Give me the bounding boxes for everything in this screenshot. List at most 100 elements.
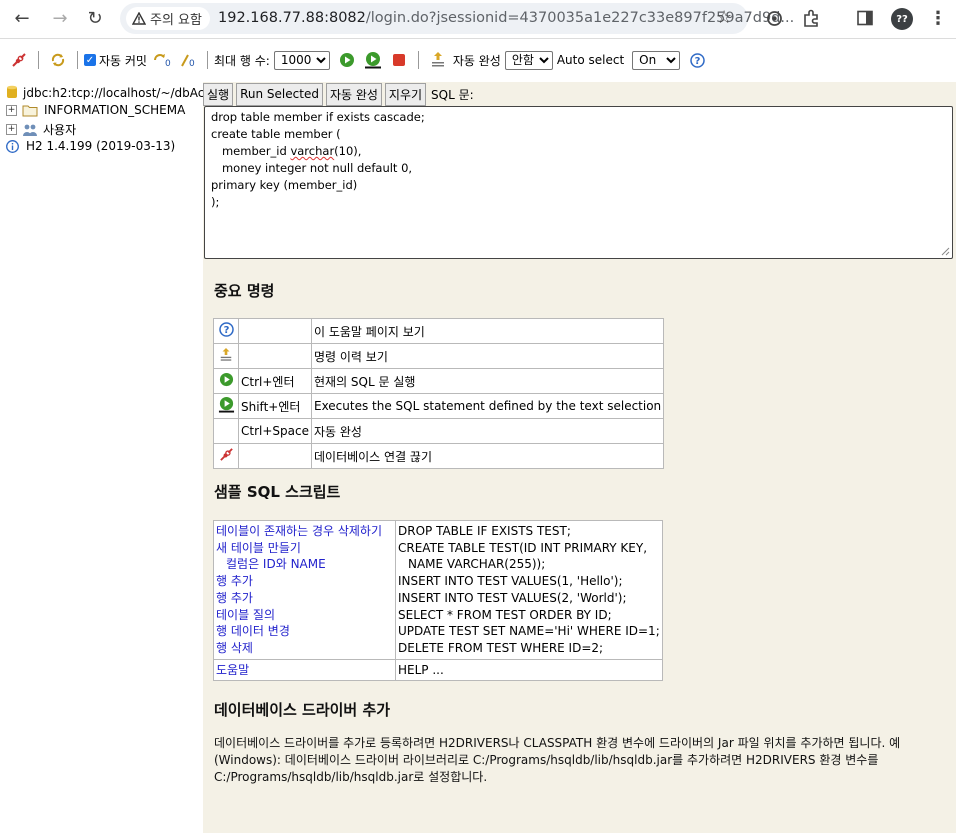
stop-icon[interactable]	[390, 51, 408, 69]
history-icon[interactable]	[213, 343, 239, 369]
connection-node[interactable]: jdbc:h2:tcp://localhost/~/dbAcces	[6, 85, 225, 100]
sql-line: create table member (	[211, 127, 341, 141]
sample-code-line: UPDATE TEST SET NAME='Hi' WHERE ID=1;	[398, 624, 660, 639]
sample-code-line: DELETE FROM TEST WHERE ID=2;	[398, 640, 604, 655]
back-arrow-icon[interactable]: ←	[11, 8, 33, 30]
description-cell: 명령 이력 보기	[310, 343, 665, 369]
expand-icon[interactable]: +	[6, 124, 17, 135]
toolbar-separator	[206, 51, 208, 69]
table-row: 명령 이력 보기	[213, 343, 665, 369]
forward-arrow-icon[interactable]: →	[49, 8, 71, 30]
database-icon	[7, 85, 17, 98]
sample-code-cell: DROP TABLE IF EXISTS TEST; CREATE TABLE …	[395, 520, 663, 660]
clear-button[interactable]: 지우기	[384, 82, 427, 106]
info-icon	[6, 139, 19, 153]
run-selected-icon[interactable]	[213, 393, 239, 419]
resize-grip-icon[interactable]	[941, 247, 950, 256]
sample-code-line: INSERT INTO TEST VALUES(2, 'World');	[398, 590, 627, 605]
description-cell: 데이터베이스 연결 끊기	[310, 443, 665, 469]
folder-icon	[22, 105, 38, 116]
side-panel-icon[interactable]	[856, 9, 874, 27]
shortcut-cell: Shift+엔터	[238, 393, 312, 419]
rollback-icon[interactable]: 0	[153, 51, 171, 69]
run-selected-icon[interactable]	[364, 51, 382, 69]
users-icon	[23, 124, 37, 136]
run-selected-button[interactable]: Run Selected	[236, 82, 323, 106]
sample-link-select[interactable]: 테이블 질의	[216, 607, 393, 624]
sample-link-insert-2[interactable]: 행 추가	[216, 590, 393, 607]
history-icon[interactable]	[429, 51, 447, 69]
run-icon[interactable]	[338, 51, 356, 69]
important-commands-table: ? 이 도움말 페이지 보기 명령 이력 보기 Ctrl+엔터 현재의 SQL …	[213, 318, 665, 469]
tree-node-information-schema[interactable]: + INFORMATION_SCHEMA	[6, 103, 185, 117]
auto-complete-select[interactable]: 안함	[504, 50, 553, 70]
google-lens-icon[interactable]	[765, 9, 784, 28]
auto-commit-label: 자동 커밋	[99, 53, 147, 68]
address-bar[interactable]: 주의 요함 192.168.77.88:8082/login.do?jsessi…	[120, 3, 794, 34]
sample-link-drop[interactable]: 테이블이 존재하는 경우 삭제하기	[216, 523, 393, 540]
tree-node-users[interactable]: + 사용자	[6, 121, 76, 138]
auto-select-label: Auto select	[556, 53, 625, 67]
help-link-cell: 도움말	[213, 658, 396, 682]
help-link[interactable]: 도움말	[216, 662, 393, 679]
table-row: 도움말 HELP ...	[213, 658, 663, 682]
auto-commit-checkbox[interactable]: ✓ 자동 커밋	[84, 52, 147, 69]
svg-text:?: ?	[694, 56, 700, 67]
sample-link-update[interactable]: 행 데이터 변경	[216, 623, 393, 640]
browser-menu-icon[interactable]: ⋮	[929, 8, 947, 29]
extensions-puzzle-icon[interactable]	[802, 9, 821, 28]
sample-link-columns[interactable]: 컬럼은 ID와 NAME	[216, 556, 393, 573]
version-label: H2 1.4.199 (2019-03-13)	[26, 139, 176, 153]
table-row: Ctrl+Space 자동 완성	[213, 418, 665, 444]
url-text[interactable]: 192.168.77.88:8082/login.do?jsessionid=4…	[218, 10, 794, 26]
description-cell: 현재의 SQL 문 실행	[310, 368, 665, 394]
run-icon[interactable]	[213, 368, 239, 394]
editor-button-row: 실행 Run Selected 자동 완성 지우기 SQL 문:	[203, 82, 474, 106]
sql-editor[interactable]: drop table member if exists cascade; cre…	[204, 106, 953, 259]
refresh-icon[interactable]	[49, 51, 67, 69]
expand-icon[interactable]: +	[6, 104, 17, 116]
shortcut-cell	[238, 318, 312, 344]
help-icon[interactable]: ?	[688, 51, 706, 69]
spellcheck-word: varchar	[290, 144, 335, 158]
add-driver-heading: 데이터베이스 드라이버 추가	[214, 701, 391, 719]
sample-link-create[interactable]: 새 테이블 만들기	[216, 540, 393, 557]
sql-statement-label: SQL 문:	[431, 87, 474, 102]
checkbox-checked-icon[interactable]: ✓	[84, 54, 96, 66]
disconnect-icon[interactable]	[213, 443, 239, 469]
help-code: HELP ...	[398, 662, 444, 677]
bookmark-star-icon[interactable]: ☆	[716, 7, 732, 28]
reload-icon[interactable]: ↻	[84, 8, 106, 30]
connection-label: jdbc:h2:tcp://localhost/~/dbAcces	[23, 85, 225, 100]
max-rows-label: 최대 행 수:	[213, 53, 270, 68]
schema-tree: jdbc:h2:tcp://localhost/~/dbAcces + INFO…	[0, 82, 225, 833]
description-cell: Executes the SQL statement defined by th…	[310, 393, 665, 419]
commit-icon[interactable]: 0	[179, 51, 197, 69]
sample-code-line: NAME VARCHAR(255));	[408, 557, 546, 572]
add-driver-text: 데이터베이스 드라이버를 추가로 등록하려면 H2DRIVERS나 CLASSP…	[214, 736, 901, 784]
toolbar-separator	[417, 51, 419, 69]
auto-select-select[interactable]: On	[632, 50, 681, 70]
sql-line: primary key (member_id)	[211, 178, 358, 192]
sample-links-cell: 테이블이 존재하는 경우 삭제하기 새 테이블 만들기 컬럼은 ID와 NAME…	[213, 520, 396, 660]
security-warning-chip[interactable]: 주의 요함	[126, 7, 210, 30]
table-row: ? 이 도움말 페이지 보기	[213, 318, 665, 344]
auto-complete-button[interactable]: 자동 완성	[325, 82, 382, 106]
sql-line: );	[211, 195, 220, 209]
tree-node-label: 사용자	[43, 123, 77, 137]
max-rows-select[interactable]: 1000	[273, 50, 330, 70]
sample-link-insert-1[interactable]: 행 추가	[216, 573, 393, 590]
table-row: Ctrl+엔터 현재의 SQL 문 실행	[213, 368, 665, 394]
help-icon[interactable]: ?	[213, 318, 239, 344]
table-row: 데이터베이스 연결 끊기	[213, 443, 665, 469]
execute-button[interactable]: 실행	[203, 82, 234, 106]
profile-avatar[interactable]: ??	[891, 8, 913, 30]
sample-scripts-table: 테이블이 존재하는 경우 삭제하기 새 테이블 만들기 컬럼은 ID와 NAME…	[213, 520, 663, 682]
table-row: 테이블이 존재하는 경우 삭제하기 새 테이블 만들기 컬럼은 ID와 NAME…	[213, 520, 663, 660]
sql-line: drop table member if exists cascade;	[211, 110, 425, 124]
sample-link-delete[interactable]: 행 삭제	[216, 640, 393, 657]
warning-chip-label: 주의 요함	[150, 13, 202, 28]
description-cell: 자동 완성	[310, 418, 665, 444]
disconnect-icon[interactable]	[10, 51, 28, 69]
shortcut-cell: Ctrl+Space	[238, 418, 312, 444]
